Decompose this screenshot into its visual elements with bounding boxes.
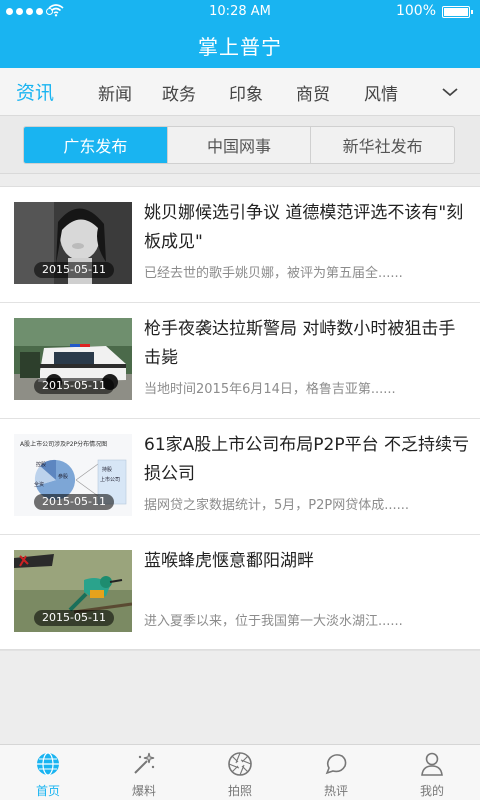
news-date: 2015-05-11 xyxy=(34,494,114,510)
tab-label: 首页 xyxy=(35,784,60,798)
news-item[interactable]: 2015-05-11 蓝喉蜂虎惬意鄱阳湖畔 进入夏季以来，位于我国第一大淡水湖江… xyxy=(0,535,480,651)
news-summary: 据网贷之家数据统计，5月，P2P网贷体成...... xyxy=(144,498,410,513)
news-date: 2015-05-11 xyxy=(34,610,114,626)
tab-profile[interactable]: 我的 xyxy=(384,745,480,800)
news-summary: 已经去世的歌手姚贝娜，被评为第五届全...... xyxy=(144,266,403,281)
news-summary: 当地时间2015年6月14日，格鲁吉亚第...... xyxy=(144,382,396,397)
globe-icon xyxy=(37,752,59,776)
category-tab-government[interactable]: 政务 xyxy=(162,80,196,105)
news-thumbnail: 2015-05-11 xyxy=(14,202,132,284)
news-title: 枪手夜袭达拉斯警局 对峙数小时被狙击手击毙 xyxy=(144,319,456,368)
news-item[interactable]: 2015-05-11 姚贝娜候选引争议 道德模范评选不该有"刻板成见" 已经去世… xyxy=(0,187,480,303)
news-thumbnail: A股上市公司涉及P2P分布情况图 控股 参股 全资 持股 上市公司 2015-0… xyxy=(14,434,132,516)
user-icon xyxy=(421,752,443,776)
news-date: 2015-05-11 xyxy=(34,262,114,278)
category-tab-news-feed[interactable]: 资讯 xyxy=(16,78,54,105)
news-item[interactable]: A股上市公司涉及P2P分布情况图 控股 参股 全资 持股 上市公司 2015-0… xyxy=(0,419,480,535)
battery-percent: 100% xyxy=(395,3,436,19)
tab-photo[interactable]: 拍照 xyxy=(192,745,288,800)
tab-comments[interactable]: 热评 xyxy=(288,745,384,800)
segment-xinhua[interactable]: 新华社发布 xyxy=(311,127,454,163)
category-tab-customs[interactable]: 风情 xyxy=(364,80,398,105)
camera-aperture-icon xyxy=(228,752,252,776)
tab-report[interactable]: 爆料 xyxy=(96,745,192,800)
chart-thumbnail-label: 上市公司 xyxy=(100,477,121,483)
tab-label: 我的 xyxy=(419,784,444,798)
source-selector: 广东发布 中国网事 新华社发布 xyxy=(0,116,480,174)
tab-label: 爆料 xyxy=(131,784,156,798)
category-tab-impression[interactable]: 印象 xyxy=(229,80,263,105)
tab-home[interactable]: 首页 xyxy=(0,745,96,800)
category-tab-news[interactable]: 新闻 xyxy=(98,80,132,105)
battery-icon xyxy=(442,6,473,18)
bottom-tab-bar: 首页 爆料 拍照 热评 我的 xyxy=(0,744,480,800)
chat-bubble-icon xyxy=(325,754,347,775)
status-bar: 10:28 AM 100% xyxy=(0,0,480,24)
chart-thumbnail-label: 参股 xyxy=(58,474,69,480)
chevron-down-icon[interactable] xyxy=(442,82,458,97)
news-title: 蓝喉蜂虎惬意鄱阳湖畔 xyxy=(144,551,314,571)
chart-thumbnail-label: 全资 xyxy=(34,482,45,488)
segment-china-net[interactable]: 中国网事 xyxy=(168,127,312,163)
tab-label: 热评 xyxy=(323,784,348,798)
top-bar: 10:28 AM 100% 掌上普宁 xyxy=(0,0,480,68)
news-title: 61家A股上市公司布局P2P平台 不乏持续亏损公司 xyxy=(144,435,469,484)
news-thumbnail: 2015-05-11 xyxy=(14,550,132,632)
app-title: 掌上普宁 xyxy=(198,35,282,59)
magic-wand-icon xyxy=(134,752,155,774)
tab-label: 拍照 xyxy=(227,784,252,798)
news-list: 2015-05-11 姚贝娜候选引争议 道德模范评选不该有"刻板成见" 已经去世… xyxy=(0,186,480,651)
chart-thumbnail-label: 控股 xyxy=(36,462,47,468)
category-tab-commerce[interactable]: 商贸 xyxy=(296,80,330,105)
segment-guangdong[interactable]: 广东发布 xyxy=(24,127,168,163)
news-summary: 进入夏季以来，位于我国第一大淡水湖江...... xyxy=(144,614,403,629)
segmented-control: 广东发布 中国网事 新华社发布 xyxy=(23,126,455,164)
news-thumbnail: 2015-05-11 xyxy=(14,318,132,400)
category-tabs: 资讯 新闻 政务 印象 商贸 风情 xyxy=(0,68,480,116)
news-title: 姚贝娜候选引争议 道德模范评选不该有"刻板成见" xyxy=(144,203,464,252)
news-item[interactable]: 2015-05-11 枪手夜袭达拉斯警局 对峙数小时被狙击手击毙 当地时间201… xyxy=(0,303,480,419)
chart-thumbnail-label: 持股 xyxy=(102,467,113,473)
news-date: 2015-05-11 xyxy=(34,378,114,394)
chart-thumbnail-title: A股上市公司涉及P2P分布情况图 xyxy=(20,441,108,448)
